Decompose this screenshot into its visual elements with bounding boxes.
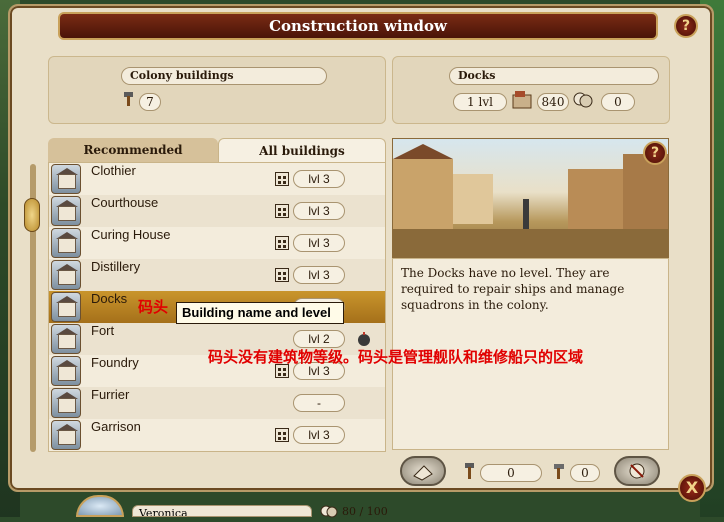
building-row-curing-house[interactable]: Curing House lvl 3 — [49, 227, 385, 259]
building-thumbnail — [51, 196, 81, 226]
hammer-icon — [121, 91, 135, 106]
building-icon — [275, 172, 289, 186]
avatar — [76, 495, 124, 517]
bottom-right-value: 0 — [570, 464, 600, 482]
building-level: - — [293, 394, 345, 412]
building-thumbnail — [51, 292, 81, 322]
building-name: Courthouse — [91, 195, 159, 210]
building-tabs: Recommended All buildings — [48, 138, 386, 162]
colony-buildings-label: Colony buildings — [121, 67, 327, 85]
building-level: lvl 3 — [293, 234, 345, 252]
building-name: Clothier — [91, 163, 136, 178]
building-row-distillery[interactable]: Distillery lvl 3 — [49, 259, 385, 291]
building-row-furrier[interactable]: Furrier - — [49, 387, 385, 419]
building-level: lvl 3 — [293, 266, 345, 284]
selected-building-level: 1 lvl — [453, 93, 507, 111]
building-row-garrison[interactable]: Garrison lvl 3 — [49, 419, 385, 451]
annotation-docks-label: 码头 — [138, 298, 169, 316]
culture-value: 0 — [601, 93, 635, 111]
building-thumbnail — [51, 420, 81, 450]
building-thumbnail — [51, 356, 81, 386]
building-icon — [275, 236, 289, 250]
building-level: lvl 3 — [293, 170, 345, 188]
player-footer: Veronica 80 / 100 — [70, 495, 610, 518]
resource-icon — [511, 89, 535, 115]
building-thumbnail — [51, 388, 81, 418]
selected-building-name: Docks — [449, 67, 659, 85]
building-row-clothier[interactable]: Clothier lvl 3 — [49, 163, 385, 195]
theatre-masks-icon — [573, 91, 593, 113]
building-name: Garrison — [91, 419, 141, 434]
building-thumbnail — [51, 260, 81, 290]
building-name: Distillery — [91, 259, 141, 274]
preview-help-button[interactable]: ? — [643, 141, 667, 165]
building-icon — [275, 204, 289, 218]
scrollbar-thumb[interactable] — [24, 198, 40, 232]
building-icon — [275, 428, 289, 442]
building-name: Curing House — [91, 227, 171, 242]
build-button[interactable] — [400, 456, 446, 486]
building-icon — [275, 268, 289, 282]
building-row-courthouse[interactable]: Courthouse lvl 3 — [49, 195, 385, 227]
building-preview-image: ? — [392, 138, 669, 258]
colony-box: Colony buildings 7 — [48, 56, 386, 124]
bottom-bar: 0 0 — [392, 454, 670, 488]
theatre-masks-icon — [320, 503, 338, 522]
building-name: Foundry — [91, 355, 139, 370]
building-thumbnail — [51, 228, 81, 258]
hammer-icon — [462, 462, 478, 484]
bottom-left-value: 0 — [480, 464, 542, 482]
annotation-note: 码头没有建筑物等级。码头是管理舰队和维修船只的区域 — [208, 348, 584, 366]
building-thumbnail — [51, 324, 81, 354]
help-button[interactable]: ? — [674, 14, 698, 38]
player-name: Veronica — [132, 505, 312, 517]
close-button[interactable]: X — [678, 474, 706, 502]
tab-recommended[interactable]: Recommended — [48, 138, 218, 162]
window-title: Construction window — [58, 12, 658, 40]
selected-building-box: Docks 1 lvl 840 0 — [392, 56, 670, 124]
tab-all-buildings[interactable]: All buildings — [218, 138, 386, 162]
demolish-button[interactable] — [614, 456, 660, 486]
resource-value: 840 — [537, 93, 569, 111]
building-level: lvl 3 — [293, 202, 345, 220]
colony-building-count: 7 — [139, 93, 161, 111]
tooltip: Building name and level — [176, 302, 344, 324]
building-name: Fort — [91, 323, 115, 338]
footer-counter: 80 / 100 — [342, 505, 388, 518]
building-level: lvl 3 — [293, 426, 345, 444]
building-name: Furrier — [91, 387, 130, 402]
building-name: Docks — [91, 291, 128, 306]
repair-icon — [552, 462, 568, 484]
building-thumbnail — [51, 164, 81, 194]
